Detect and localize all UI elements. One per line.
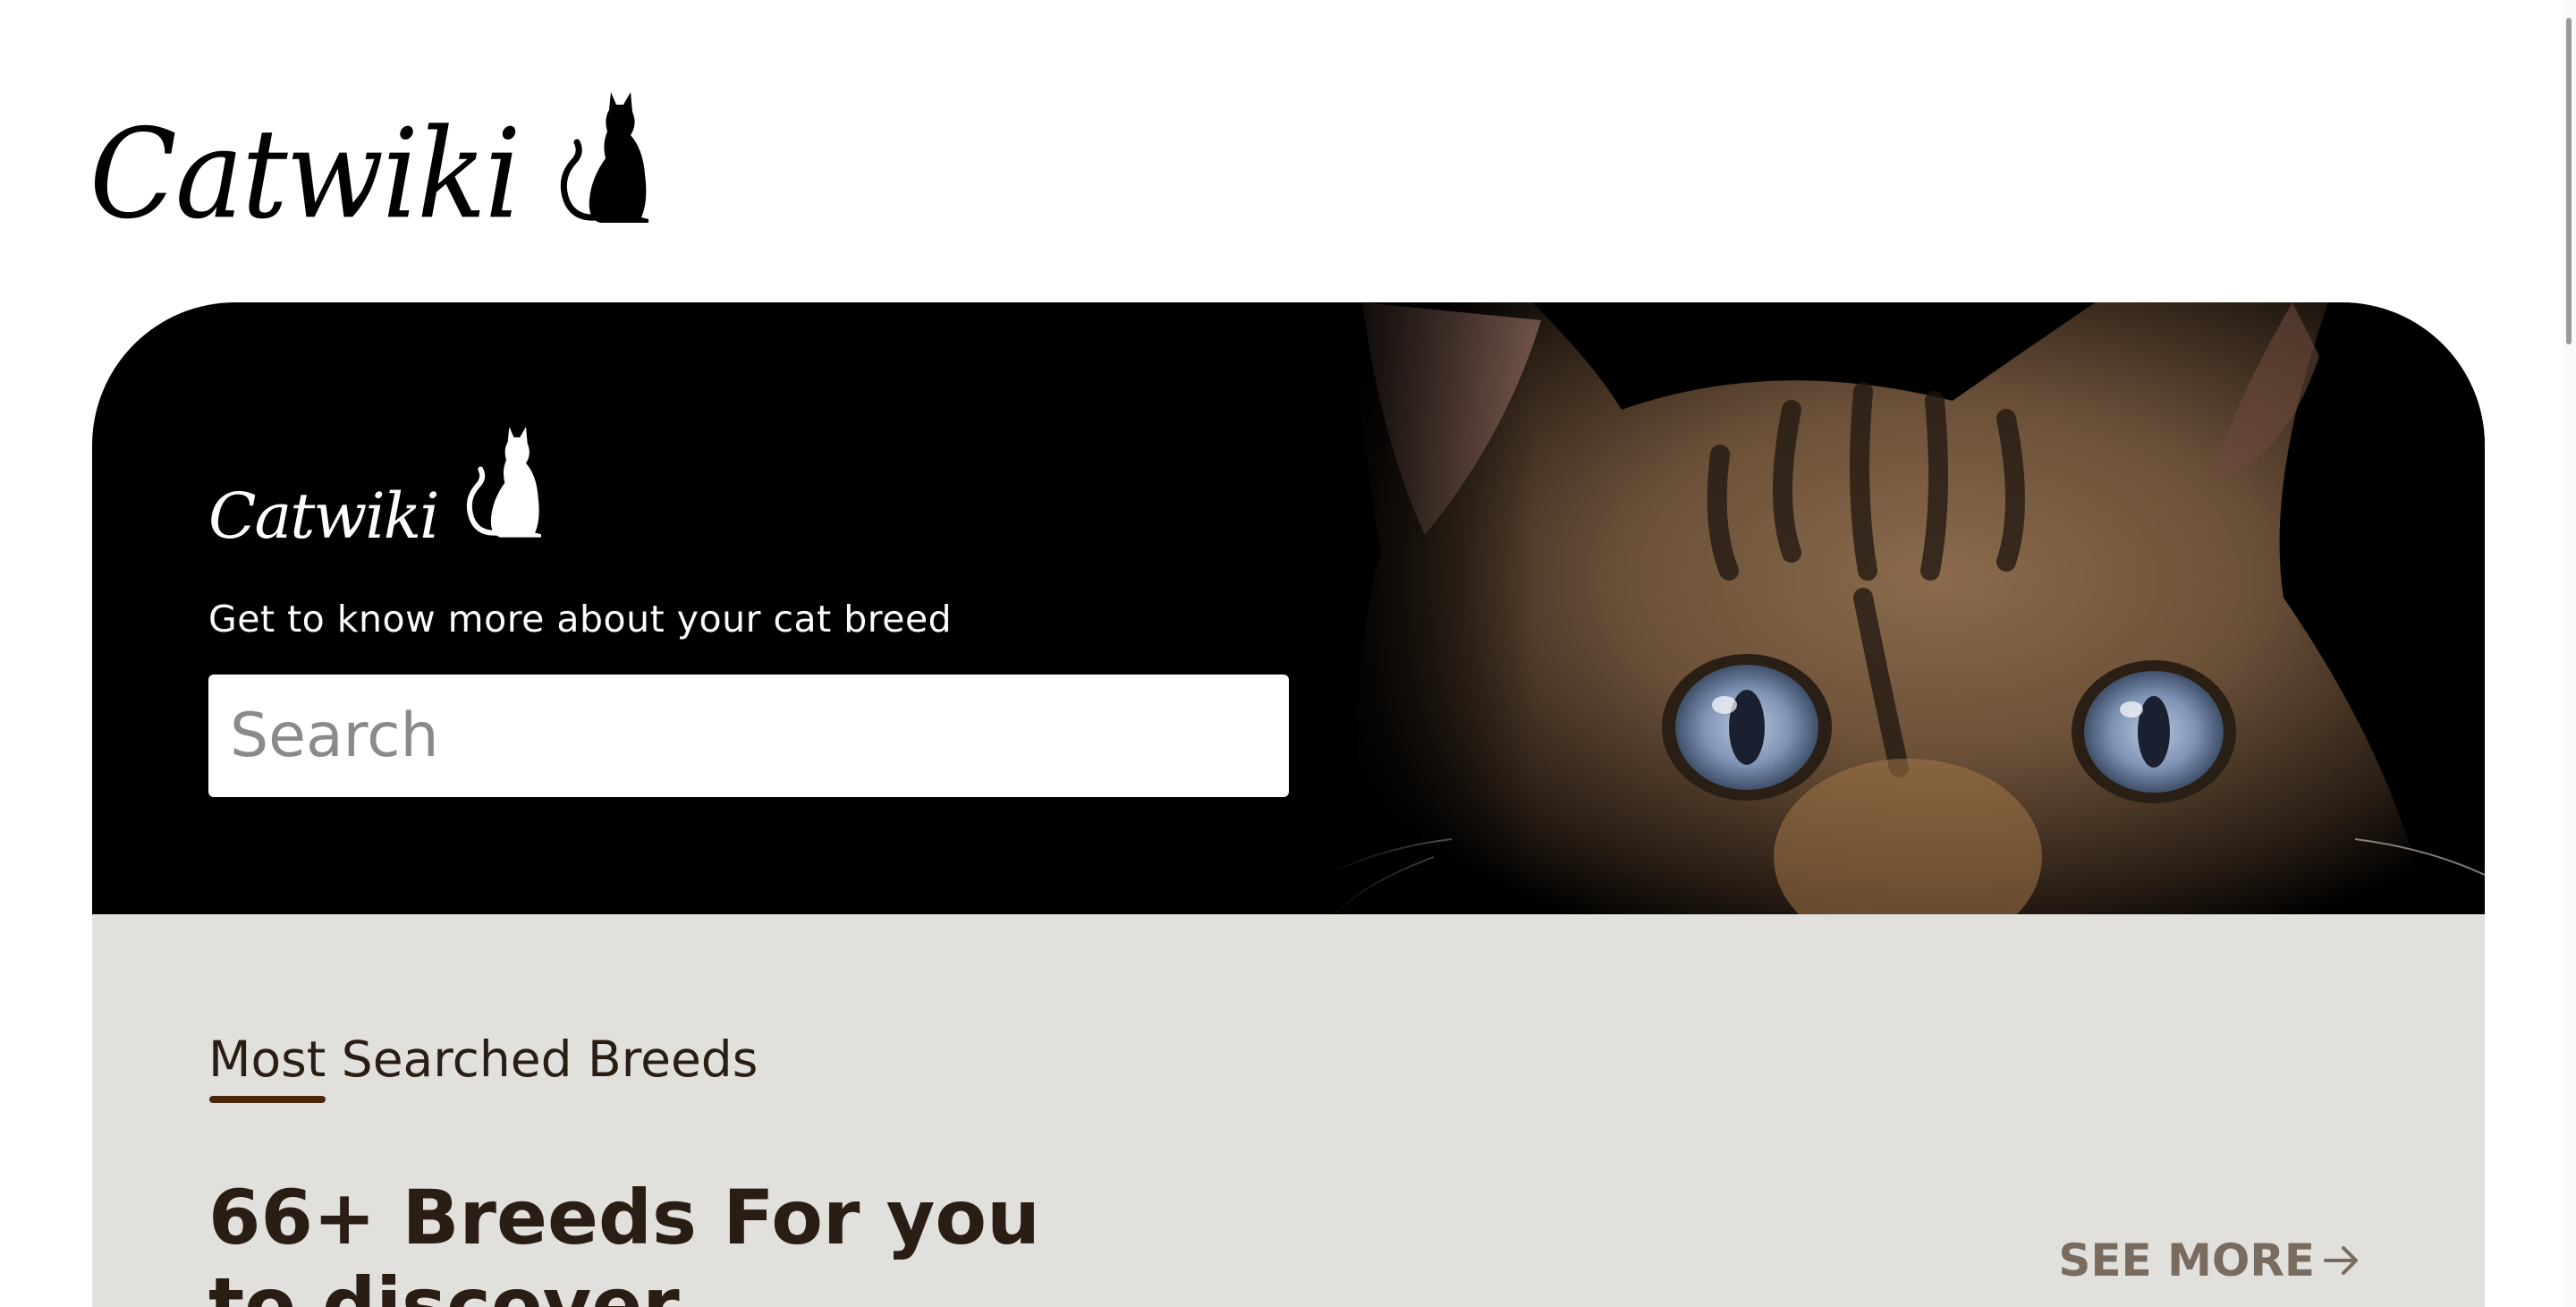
arrow-right-icon [2324, 1246, 2358, 1275]
most-searched-breeds-section: Most Searched Breeds 66+ Breeds For you … [92, 914, 2485, 1307]
cat-silhouette-icon [560, 92, 648, 223]
header-logo-text: Catwiki [89, 102, 521, 247]
see-more-label: SEE MORE [2058, 1235, 2315, 1286]
hero-logo-text: Catwiki [208, 480, 440, 553]
hero-tagline: Get to know more about your cat breed [208, 598, 953, 641]
section-heading: 66+ Breeds For you to discover [208, 1174, 1040, 1307]
see-more-link[interactable]: SEE MORE [2058, 1235, 2361, 1286]
page-scrollbar[interactable] [2563, 0, 2576, 1307]
hero-banner: Catwiki Get to know more about your cat … [92, 302, 2485, 914]
section-underline [209, 1096, 326, 1103]
scrollbar-thumb[interactable] [2566, 18, 2572, 344]
catwiki-page: Catwiki Catwiki Get to know more about y… [0, 0, 2576, 1307]
hero-cat-photo [1326, 302, 2485, 914]
header-logo[interactable]: Catwiki [89, 81, 654, 237]
section-label: Most Searched Breeds [208, 1031, 758, 1088]
search-input[interactable] [208, 675, 1289, 797]
hero-logo: Catwiki [208, 419, 546, 547]
cat-silhouette-icon [466, 427, 541, 538]
